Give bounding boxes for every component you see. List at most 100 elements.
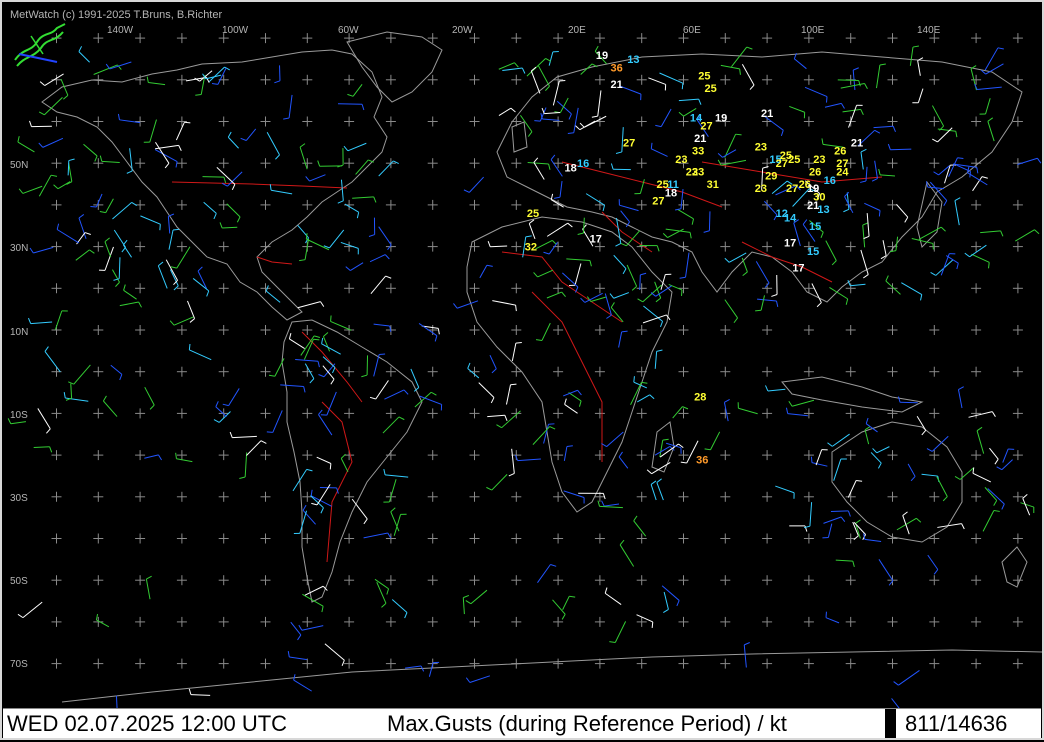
gust-value[interactable]: 27 — [700, 121, 712, 133]
wind-barb — [794, 53, 806, 68]
gust-value[interactable]: 24 — [836, 167, 849, 179]
wind-barb — [370, 255, 389, 262]
gust-value[interactable]: 19 — [596, 50, 608, 62]
wind-barb — [823, 517, 844, 523]
wind-barb — [347, 84, 362, 96]
gust-value[interactable]: 18 — [665, 187, 677, 199]
gust-value[interactable]: 23 — [755, 183, 767, 195]
wind-barb — [648, 78, 665, 91]
wind-barb — [499, 108, 515, 115]
gust-value[interactable]: 17 — [784, 237, 796, 249]
gust-value[interactable]: 15 — [809, 221, 821, 233]
gust-value[interactable]: 32 — [525, 242, 537, 254]
wind-barb — [955, 468, 973, 479]
gust-value[interactable]: 27 — [623, 137, 635, 149]
gust-value[interactable]: 25 — [788, 154, 800, 166]
wind-barb — [361, 355, 367, 376]
wind-barb — [786, 408, 807, 416]
wind-barb — [295, 359, 319, 367]
wind-barb — [980, 231, 1003, 237]
wind-barb — [565, 399, 578, 414]
wind-barb — [988, 118, 994, 141]
gust-value[interactable]: 27 — [652, 196, 664, 208]
wind-barb — [928, 555, 938, 574]
wind-barb — [587, 297, 606, 302]
gust-value[interactable]: 16 — [824, 175, 836, 187]
gust-value[interactable]: 26 — [809, 167, 821, 179]
gust-value[interactable]: 13 — [817, 204, 829, 216]
wind-barb — [871, 452, 881, 468]
status-divider — [885, 709, 896, 738]
gust-value[interactable]: 21 — [610, 79, 622, 91]
wind-barb — [352, 197, 376, 203]
wind-barb — [877, 64, 886, 88]
wind-barb — [100, 199, 114, 213]
gust-value[interactable]: 23 — [813, 154, 825, 166]
wind-barb — [306, 175, 326, 181]
wind-barb — [757, 299, 778, 307]
gust-value[interactable]: 28 — [694, 392, 706, 404]
gust-value[interactable]: 33 — [692, 146, 704, 158]
wind-barb — [651, 143, 667, 157]
wind-barb — [299, 625, 323, 630]
latitude-label: 50N — [10, 160, 28, 171]
wind-barb — [575, 121, 595, 130]
gust-value[interactable]: 27 — [786, 183, 798, 195]
gust-value[interactable]: 14 — [784, 212, 797, 224]
wind-barb — [601, 432, 623, 447]
wind-barb — [480, 265, 493, 278]
country-borders — [172, 162, 882, 562]
wind-barb — [140, 216, 160, 230]
wind-barb — [578, 493, 605, 499]
wind-barb — [789, 526, 807, 532]
gust-value[interactable]: 23 — [675, 154, 687, 166]
wind-barb — [805, 87, 827, 102]
wind-barb — [338, 104, 364, 110]
wind-barb — [834, 459, 847, 481]
gust-value[interactable]: 13 — [627, 54, 639, 66]
gust-value[interactable]: 16 — [577, 158, 589, 170]
wind-barb — [1003, 449, 1014, 463]
wind-barb — [176, 122, 190, 140]
wind-barb — [246, 441, 266, 456]
world-map[interactable]: 1913362525211427192121273323152525272326… — [2, 2, 1044, 742]
gust-value[interactable]: 17 — [792, 262, 804, 274]
longitude-label: 20E — [568, 25, 586, 36]
gust-value[interactable]: 36 — [696, 454, 708, 466]
gust-value[interactable]: 18 — [565, 162, 577, 174]
gust-value[interactable]: 27 — [776, 158, 788, 170]
wind-barb — [280, 385, 305, 392]
wind-barb — [744, 642, 750, 667]
gust-value[interactable]: 36 — [610, 62, 622, 74]
gust-value[interactable]: 31 — [707, 179, 719, 191]
wind-barb — [879, 169, 895, 176]
gust-value[interactable]: 19 — [715, 112, 727, 124]
wind-barb — [564, 491, 584, 504]
gust-value[interactable]: 17 — [590, 233, 602, 245]
gust-value[interactable]: 26 — [834, 146, 846, 158]
wind-barb — [971, 254, 989, 268]
wind-barb — [864, 533, 881, 541]
wind-barb — [563, 596, 576, 609]
gust-value[interactable]: 21 — [761, 108, 773, 120]
gust-value[interactable]: 21 — [694, 133, 706, 145]
gust-value[interactable]: 25 — [698, 71, 710, 83]
wind-barb — [651, 481, 656, 500]
wind-barb — [969, 412, 996, 418]
wind-barb — [826, 241, 837, 265]
wind-barb — [99, 247, 113, 270]
gust-value[interactable]: 23 — [692, 167, 704, 179]
gust-value[interactable]: 21 — [851, 137, 863, 149]
wind-barb — [34, 447, 52, 453]
gust-value[interactable]: 25 — [705, 83, 717, 95]
gust-value[interactable]: 29 — [765, 171, 777, 183]
gust-value[interactable]: 15 — [807, 246, 819, 258]
wind-barb — [564, 446, 572, 461]
gust-value[interactable]: 25 — [527, 208, 539, 220]
wind-barb — [216, 401, 227, 416]
gust-value[interactable]: 23 — [755, 142, 767, 154]
wind-barb — [836, 560, 855, 567]
wind-barb — [958, 387, 963, 408]
wind-barb — [147, 77, 165, 85]
wind-barb — [912, 89, 923, 103]
